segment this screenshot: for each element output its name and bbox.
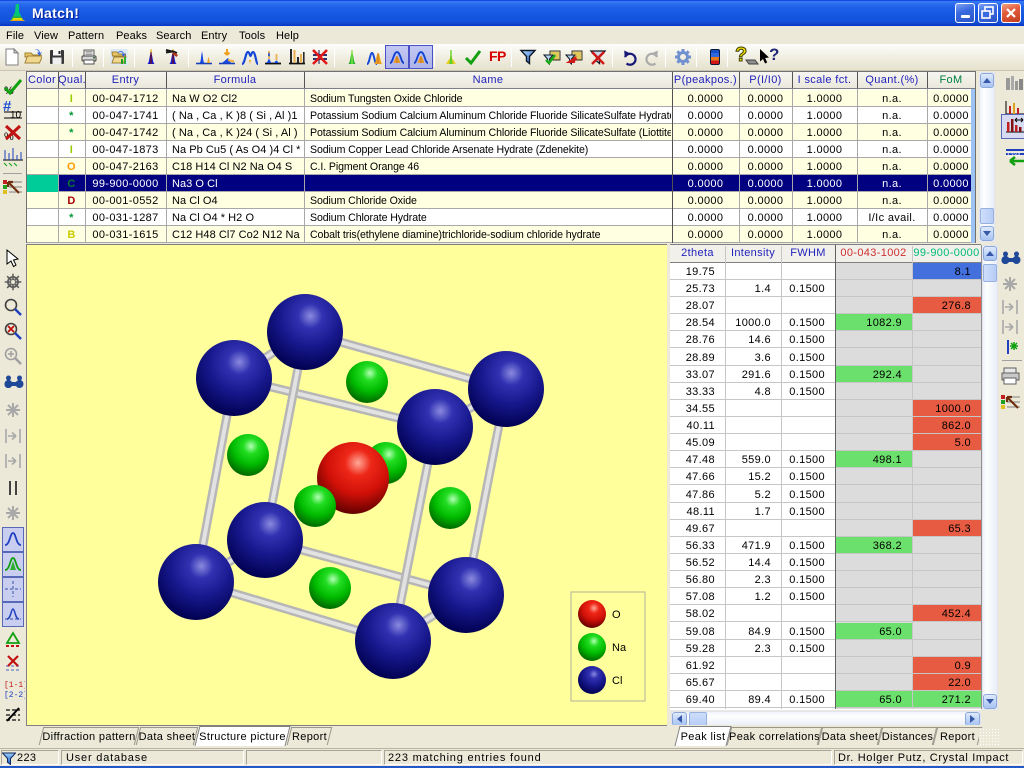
svg-text:Na: Na [612, 642, 627, 654]
svg-text:[1-1]: [1-1] [4, 681, 25, 690]
svg-text:Cl: Cl [612, 675, 622, 687]
svg-text:[2-2]: [2-2] [4, 691, 25, 700]
svg-text:O: O [612, 609, 621, 621]
